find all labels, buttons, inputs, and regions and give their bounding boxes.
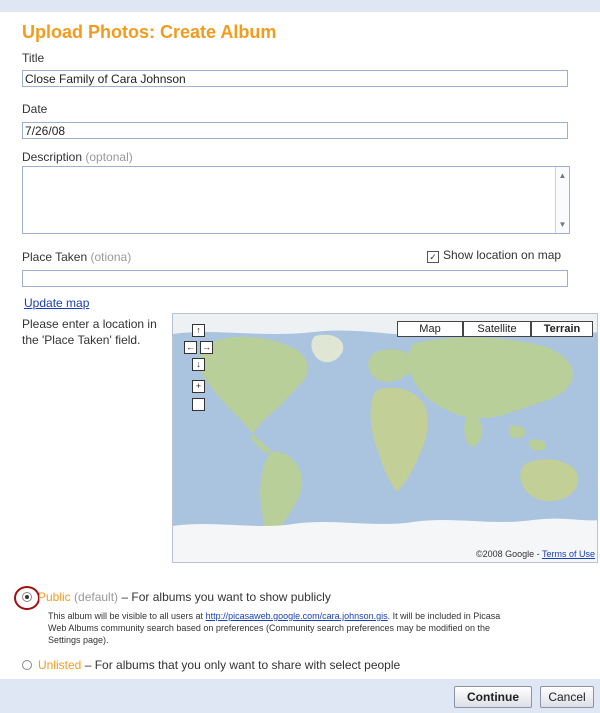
description-label: Description (optonal) xyxy=(22,150,133,164)
page-title: Upload Photos: Create Album xyxy=(22,22,277,42)
public-details-prefix: This album will be visible to all users … xyxy=(48,611,206,621)
map-copyright-text: ©2008 Google - xyxy=(475,549,542,559)
public-option[interactable]: Public (default) – For albums you want t… xyxy=(38,590,331,604)
place-label-text: Place Taken xyxy=(22,250,88,264)
description-scrollbar[interactable]: ▲ ▼ xyxy=(555,167,569,233)
title-input[interactable]: Close Family of Cara Johnson xyxy=(22,70,568,87)
show-location-label: Show location on map xyxy=(443,248,562,262)
description-textarea[interactable]: ▲ ▼ xyxy=(22,166,570,234)
unlisted-option-label: Unlisted xyxy=(38,658,82,672)
zoom-out-icon[interactable] xyxy=(192,398,205,411)
public-visibility-details: This album will be visible to all users … xyxy=(48,610,518,646)
place-label: Place Taken (otiona) xyxy=(22,250,131,264)
cancel-button[interactable]: Cancel xyxy=(540,686,594,708)
map-type-terrain-button[interactable]: Terrain xyxy=(531,321,593,337)
pan-down-icon[interactable]: ↓ xyxy=(192,358,205,371)
map-hint-text: Please enter a location in the 'Place Ta… xyxy=(22,317,157,347)
description-label-text: Description xyxy=(22,150,83,164)
public-option-label: Public xyxy=(38,590,71,604)
unlisted-option-description: – For albums that you only want to share… xyxy=(81,658,401,672)
show-location-checkbox[interactable]: ✓ xyxy=(427,251,439,263)
map-type-map-button[interactable]: Map xyxy=(397,321,463,337)
update-map-link[interactable]: Update map xyxy=(24,296,89,310)
show-location-toggle[interactable]: ✓ Show location on map xyxy=(427,248,561,263)
description-optional-text: (optonal) xyxy=(85,150,133,164)
public-default-text: (default) xyxy=(74,590,119,604)
date-input[interactable]: 7/26/08 xyxy=(22,122,568,139)
scroll-up-icon[interactable]: ▲ xyxy=(556,171,569,180)
date-label: Date xyxy=(22,102,48,116)
continue-button[interactable]: Continue xyxy=(454,686,532,708)
public-radio[interactable] xyxy=(22,592,32,602)
public-gallery-link[interactable]: http://picasaweb.google.com/cara.johnson… xyxy=(206,611,388,621)
map-view[interactable]: Map Satellite Terrain ↑ ← → ↓ + ©2008 Go… xyxy=(172,313,598,563)
pan-left-icon[interactable]: ← xyxy=(184,341,197,354)
map-copyright: ©2008 Google - Terms of Use xyxy=(476,549,595,559)
unlisted-radio[interactable] xyxy=(22,660,32,670)
top-frame xyxy=(0,0,600,12)
world-map-graphic xyxy=(173,314,597,562)
title-label: Title xyxy=(22,51,45,65)
scroll-down-icon[interactable]: ▼ xyxy=(556,220,569,229)
place-optional-text: (otiona) xyxy=(90,250,132,264)
map-type-satellite-button[interactable]: Satellite xyxy=(463,321,531,337)
zoom-in-icon[interactable]: + xyxy=(192,380,205,393)
pan-up-icon[interactable]: ↑ xyxy=(192,324,205,337)
place-input[interactable] xyxy=(22,270,568,287)
map-terms-link[interactable]: Terms of Use xyxy=(542,549,595,559)
pan-right-icon[interactable]: → xyxy=(200,341,213,354)
unlisted-option[interactable]: Unlisted – For albums that you only want… xyxy=(38,658,400,672)
public-option-description: – For albums you want to show publicly xyxy=(118,590,331,604)
